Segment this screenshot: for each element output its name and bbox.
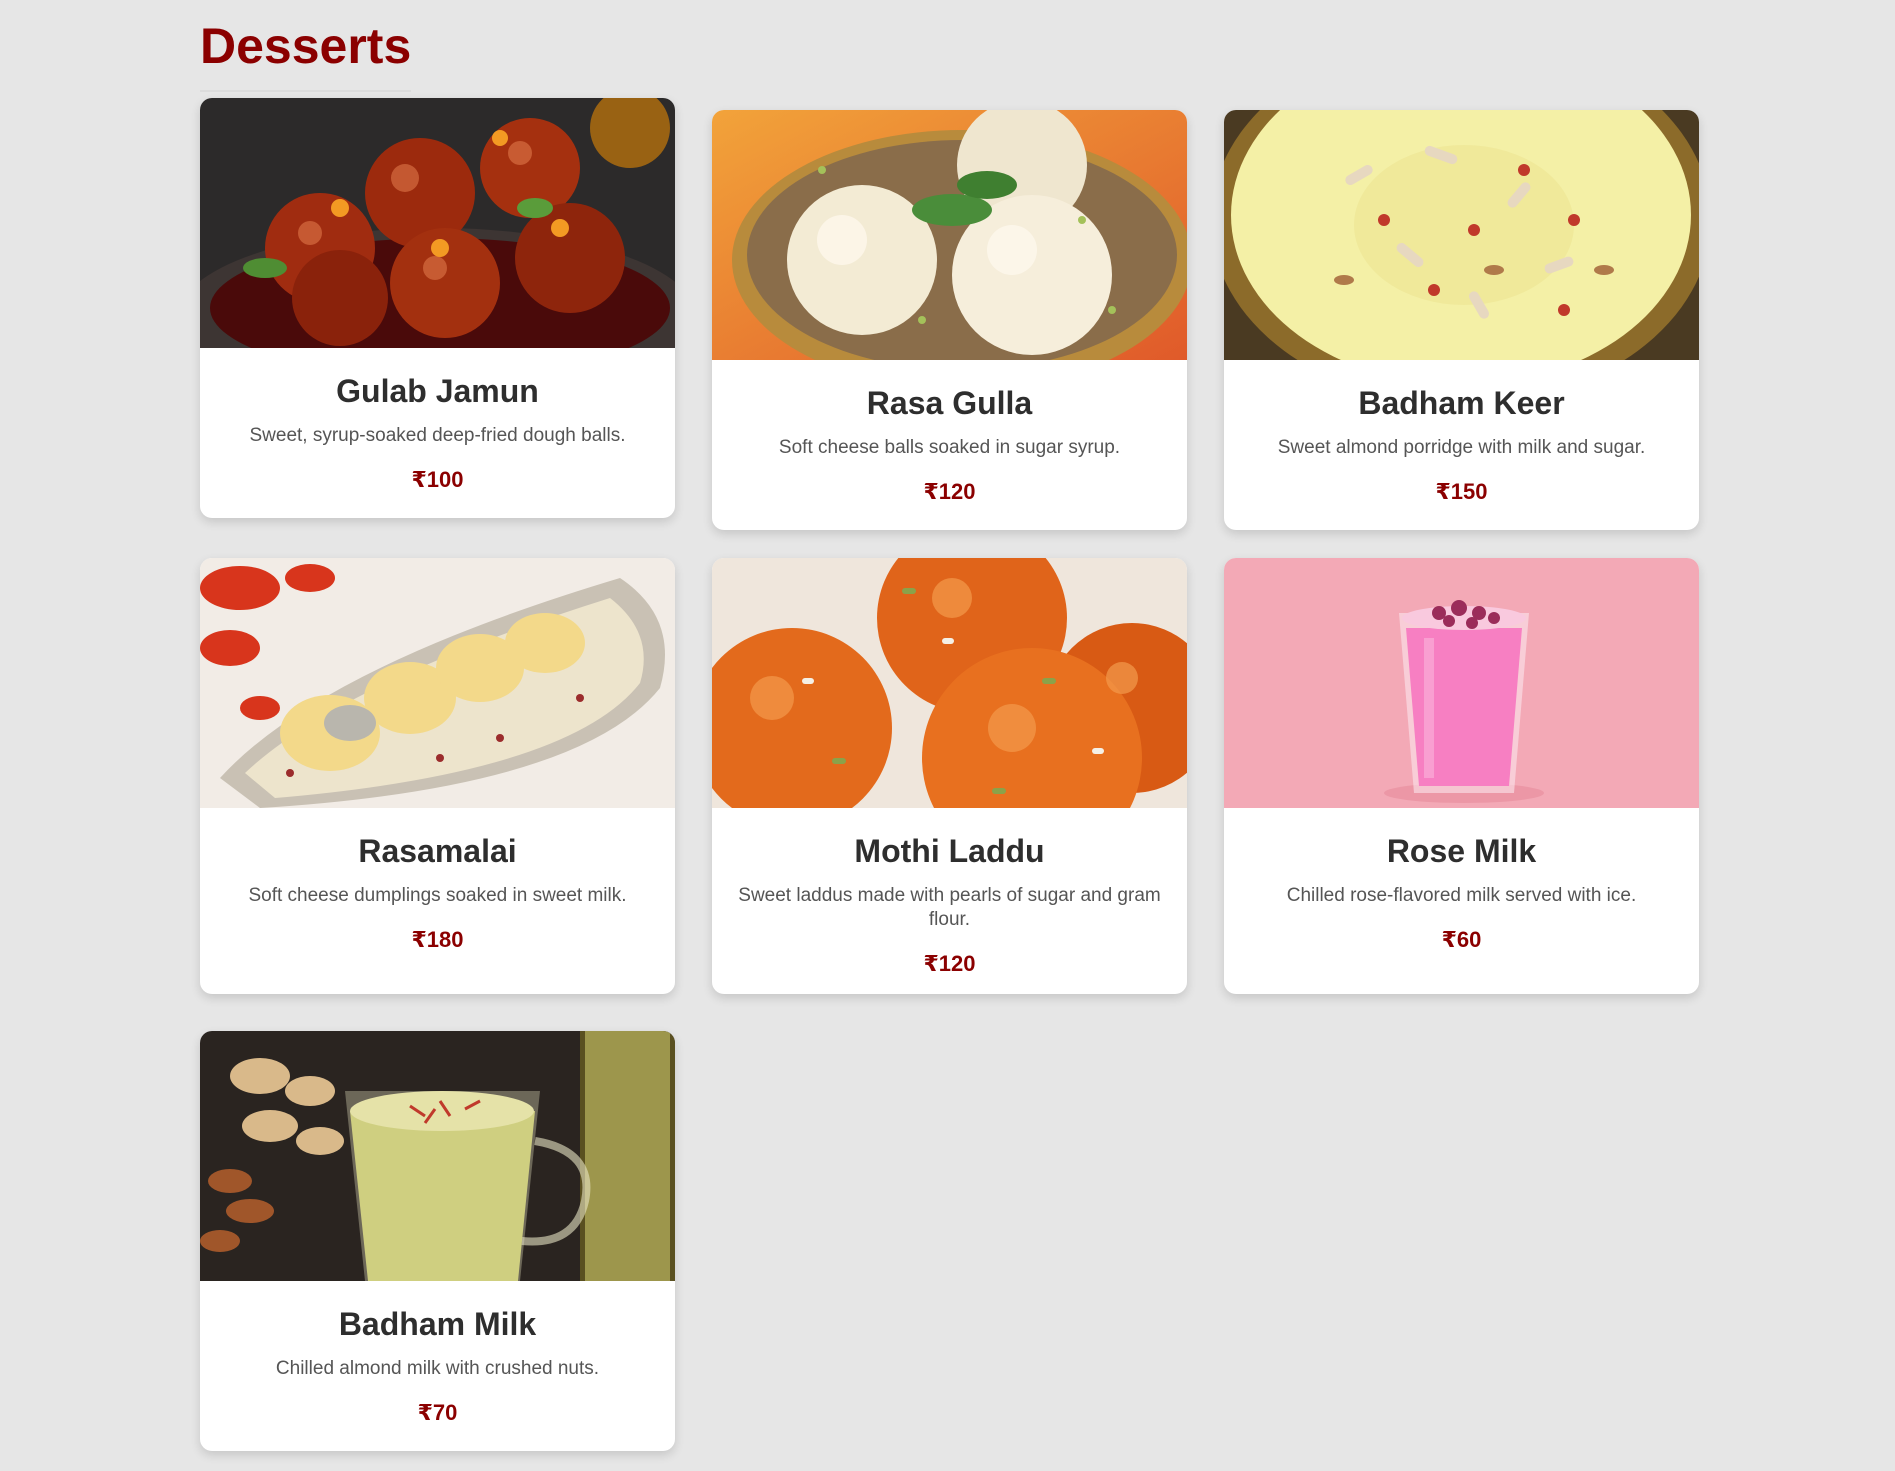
item-name: Rasa Gulla (866, 385, 1033, 421)
item-description: Chilled almond milk with crushed nuts. (275, 1358, 600, 1379)
item-price: ₹60 (1441, 927, 1482, 952)
menu-card-badham-keer[interactable]: Badham Keer Sweet almond porridge with m… (1224, 110, 1699, 530)
item-description: Soft cheese dumplings soaked in sweet mi… (248, 885, 627, 906)
item-price: ₹180 (411, 927, 464, 952)
rasa-gulla-photo (712, 110, 1187, 360)
gulab-jamun-photo (200, 98, 675, 348)
item-description: Soft cheese balls soaked in sugar syrup. (778, 437, 1121, 458)
item-price: ₹120 (923, 951, 976, 976)
item-description: Sweet laddus made with pearls of sugar a… (738, 885, 1161, 930)
item-price: ₹150 (1435, 479, 1488, 504)
item-price: ₹70 (417, 1400, 458, 1425)
menu-page: Desserts Gulab Jamun Sweet, syrup-soaked… (0, 0, 1895, 1471)
rasamalai-photo (200, 558, 675, 808)
item-name: Rose Milk (1386, 833, 1537, 869)
item-price: ₹100 (411, 467, 464, 492)
menu-card-rose-milk[interactable]: Rose Milk Chilled rose-flavored milk ser… (1224, 558, 1699, 994)
mothi-laddu-photo (712, 558, 1187, 808)
section-title: Desserts (200, 12, 412, 92)
menu-card-badham-milk[interactable]: Badham Milk Chilled almond milk with cru… (200, 1031, 675, 1451)
menu-card-rasamalai[interactable]: Rasamalai Soft cheese dumplings soaked i… (200, 558, 675, 994)
menu-card-mothi-laddu[interactable]: Mothi Laddu Sweet laddus made with pearl… (712, 558, 1187, 994)
item-name: Rasamalai (358, 833, 517, 869)
item-description: Chilled rose-flavored milk served with i… (1286, 885, 1637, 906)
item-name: Badham Milk (338, 1306, 537, 1342)
item-description: Sweet almond porridge with milk and suga… (1277, 437, 1646, 458)
badham-keer-photo (1224, 110, 1699, 360)
item-name: Mothi Laddu (854, 833, 1045, 869)
item-name: Badham Keer (1358, 385, 1565, 421)
rose-milk-photo (1224, 558, 1699, 808)
badham-milk-photo (200, 1031, 675, 1281)
item-name: Gulab Jamun (336, 373, 539, 409)
item-price: ₹120 (923, 479, 976, 504)
item-description: Sweet, syrup-soaked deep-fried dough bal… (249, 425, 626, 446)
menu-card-rasa-gulla[interactable]: Rasa Gulla Soft cheese balls soaked in s… (712, 110, 1187, 530)
menu-card-gulab-jamun[interactable]: Gulab Jamun Sweet, syrup-soaked deep-fri… (200, 98, 675, 518)
